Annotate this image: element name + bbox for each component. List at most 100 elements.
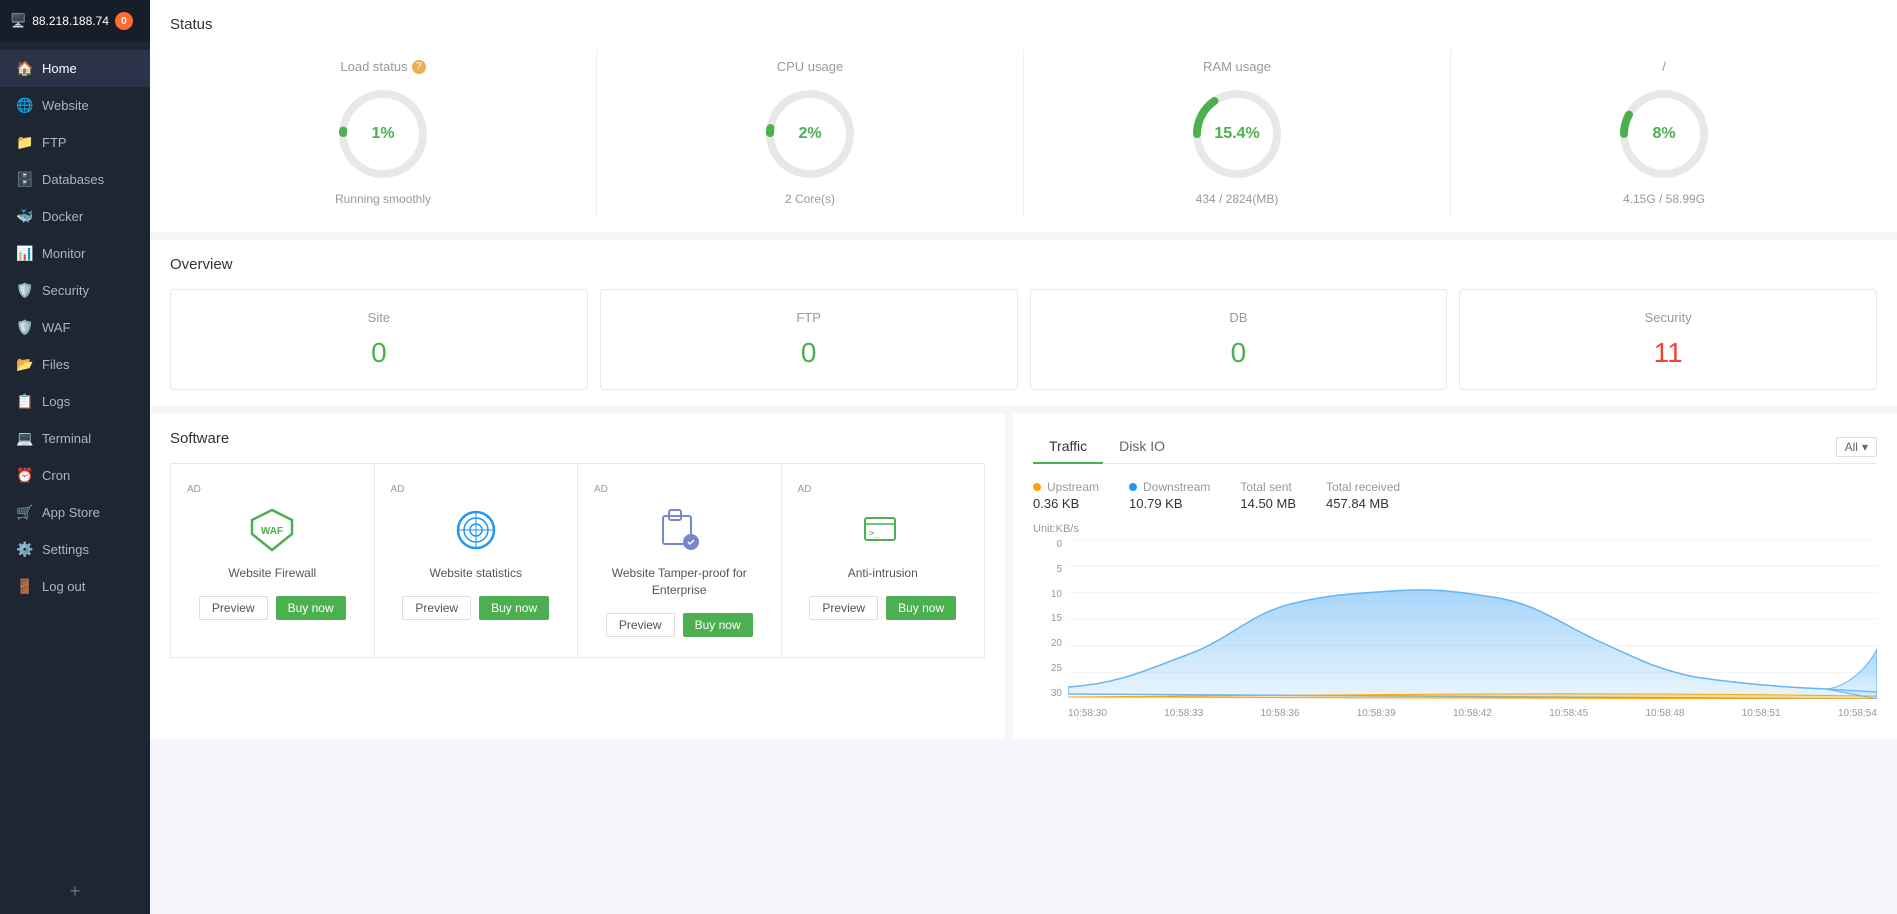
gauge-cpu: CPU usage 2% 2 Core(s) (597, 49, 1024, 216)
sidebar-item-label: Files (42, 357, 69, 372)
gauge-disk-value: 8% (1652, 125, 1675, 143)
terminal-icon: 💻 (16, 430, 32, 447)
sidebar-item-label: WAF (42, 320, 70, 335)
traffic-chart: Unit:KB/s 30 25 20 15 10 5 0 (1033, 523, 1877, 723)
ad-anti-preview-button[interactable]: Preview (809, 596, 878, 620)
sidebar-item-label: Security (42, 283, 89, 298)
ad-antintrusion: AD >_ Anti-intrusion Preview Buy now (782, 464, 985, 657)
ad-tamper-buy-button[interactable]: Buy now (683, 613, 753, 637)
chart-svg-area (1068, 539, 1877, 699)
ad-tamper: AD Website Tamper-proof for Enterprise P… (578, 464, 782, 657)
main-content: Status Load status ? 1% Running smoothly (150, 0, 1897, 914)
gauge-load-sublabel: Running smoothly (335, 192, 431, 206)
tab-diskio[interactable]: Disk IO (1103, 430, 1181, 464)
plus-icon: + (70, 881, 81, 902)
ad-tamper-preview-button[interactable]: Preview (606, 613, 675, 637)
sidebar-item-settings[interactable]: ⚙️ Settings (0, 531, 150, 568)
notification-badge: 0 (115, 12, 133, 30)
x-label-2: 10:58:36 (1261, 708, 1300, 719)
stat-total-received: Total received 457.84 MB (1326, 480, 1400, 511)
monitor-icon: 📊 (16, 245, 32, 262)
y-label-10: 10 (1033, 589, 1068, 600)
waf-svg: WAF (248, 506, 296, 554)
sidebar: 🖥️ 88.218.188.74 0 🏠 Home 🌐 Website 📁 FT… (0, 0, 150, 914)
upstream-label: Upstream (1047, 480, 1099, 494)
x-label-6: 10:58:48 (1646, 708, 1685, 719)
ad-tamper-buttons: Preview Buy now (606, 613, 753, 637)
docker-icon: 🐳 (16, 208, 32, 225)
sidebar-item-monitor[interactable]: 📊 Monitor (0, 235, 150, 272)
sidebar-item-label: Docker (42, 209, 83, 224)
sidebar-item-databases[interactable]: 🗄️ Databases (0, 161, 150, 198)
gauge-ram-label: RAM usage (1203, 59, 1271, 74)
ad-waf-buttons: Preview Buy now (199, 596, 346, 620)
sidebar-add-button[interactable]: + (0, 869, 150, 914)
sidebar-header: 🖥️ 88.218.188.74 0 (0, 0, 150, 42)
sidebar-item-security[interactable]: 🛡️ Security (0, 272, 150, 309)
svg-text:WAF: WAF (261, 526, 283, 537)
sidebar-item-files[interactable]: 📂 Files (0, 346, 150, 383)
waf-ad-icon: WAF (247, 505, 297, 555)
y-label-5: 5 (1033, 564, 1068, 575)
databases-icon: 🗄️ (16, 171, 32, 188)
gauge-load-label: Load status (340, 59, 407, 74)
sidebar-item-ftp[interactable]: 📁 FTP (0, 124, 150, 161)
overview-title: Overview (170, 256, 1877, 273)
overview-section: Overview Site 0 FTP 0 DB 0 Security 11 (150, 240, 1897, 406)
sidebar-item-home[interactable]: 🏠 Home (0, 50, 150, 87)
traffic-tabs: Traffic Disk IO All ▾ (1033, 430, 1877, 464)
overview-card-ftp[interactable]: FTP 0 (600, 289, 1018, 390)
overview-card-site[interactable]: Site 0 (170, 289, 588, 390)
anti-ad-icon: >_ (858, 505, 908, 555)
settings-icon: ⚙️ (16, 541, 32, 558)
sidebar-item-cron[interactable]: ⏰ Cron (0, 457, 150, 494)
overview-cards: Site 0 FTP 0 DB 0 Security 11 (170, 289, 1877, 390)
stat-upstream: Upstream 0.36 KB (1033, 480, 1099, 511)
info-icon: ? (412, 60, 426, 74)
total-received-value: 457.84 MB (1326, 496, 1400, 511)
traffic-filter-dropdown[interactable]: All ▾ (1836, 437, 1877, 457)
bottom-section: Software AD WAF Website Firewall Preview… (150, 414, 1897, 739)
gauges-row: Load status ? 1% Running smoothly CPU us… (170, 49, 1877, 216)
sidebar-item-website[interactable]: 🌐 Website (0, 87, 150, 124)
sidebar-item-appstore[interactable]: 🛒 App Store (0, 494, 150, 531)
overview-card-db[interactable]: DB 0 (1030, 289, 1448, 390)
total-sent-label: Total sent (1240, 480, 1291, 494)
ad-waf-preview-button[interactable]: Preview (199, 596, 268, 620)
chevron-down-icon: ▾ (1862, 440, 1868, 454)
traffic-section: Traffic Disk IO All ▾ Upstream 0.36 KB (1013, 414, 1897, 739)
ad-anti-buy-button[interactable]: Buy now (886, 596, 956, 620)
x-label-3: 10:58:39 (1357, 708, 1396, 719)
stat-total-sent: Total sent 14.50 MB (1240, 480, 1296, 511)
overview-card-ftp-label: FTP (621, 310, 997, 325)
sidebar-item-docker[interactable]: 🐳 Docker (0, 198, 150, 235)
anti-svg: >_ (859, 506, 907, 554)
server-icon: 🖥️ (10, 13, 26, 29)
ad-stats-buy-button[interactable]: Buy now (479, 596, 549, 620)
chart-unit-label: Unit:KB/s (1033, 523, 1877, 535)
sidebar-item-logs[interactable]: 📋 Logs (0, 383, 150, 420)
gauge-cpu-label: CPU usage (777, 59, 843, 74)
y-label-15: 15 (1033, 613, 1068, 624)
ad-stats: AD Website statistics Preview Bu (375, 464, 579, 657)
gauge-ram: RAM usage 15.4% 434 / 2824(MB) (1024, 49, 1451, 216)
sidebar-item-label: Databases (42, 172, 104, 187)
ad-tamper-tag: AD (594, 484, 608, 495)
ad-tamper-title: Website Tamper-proof for Enterprise (594, 565, 765, 599)
tab-traffic[interactable]: Traffic (1033, 430, 1103, 464)
security-icon: 🛡️ (16, 282, 32, 299)
chart-y-axis: 30 25 20 15 10 5 0 (1033, 539, 1068, 699)
gauge-ram-value: 15.4% (1214, 125, 1259, 143)
overview-card-security[interactable]: Security 11 (1459, 289, 1877, 390)
x-label-0: 10:58:30 (1068, 708, 1107, 719)
ad-waf-buy-button[interactable]: Buy now (276, 596, 346, 620)
logout-icon: 🚪 (16, 578, 32, 595)
sidebar-item-waf[interactable]: 🛡️ WAF (0, 309, 150, 346)
gauge-disk-label: / (1662, 59, 1666, 74)
sidebar-item-terminal[interactable]: 💻 Terminal (0, 420, 150, 457)
ad-stats-preview-button[interactable]: Preview (402, 596, 471, 620)
y-label-0: 0 (1033, 539, 1068, 550)
sidebar-item-logout[interactable]: 🚪 Log out (0, 568, 150, 605)
gauge-ram-sublabel: 434 / 2824(MB) (1196, 192, 1279, 206)
overview-card-site-label: Site (191, 310, 567, 325)
